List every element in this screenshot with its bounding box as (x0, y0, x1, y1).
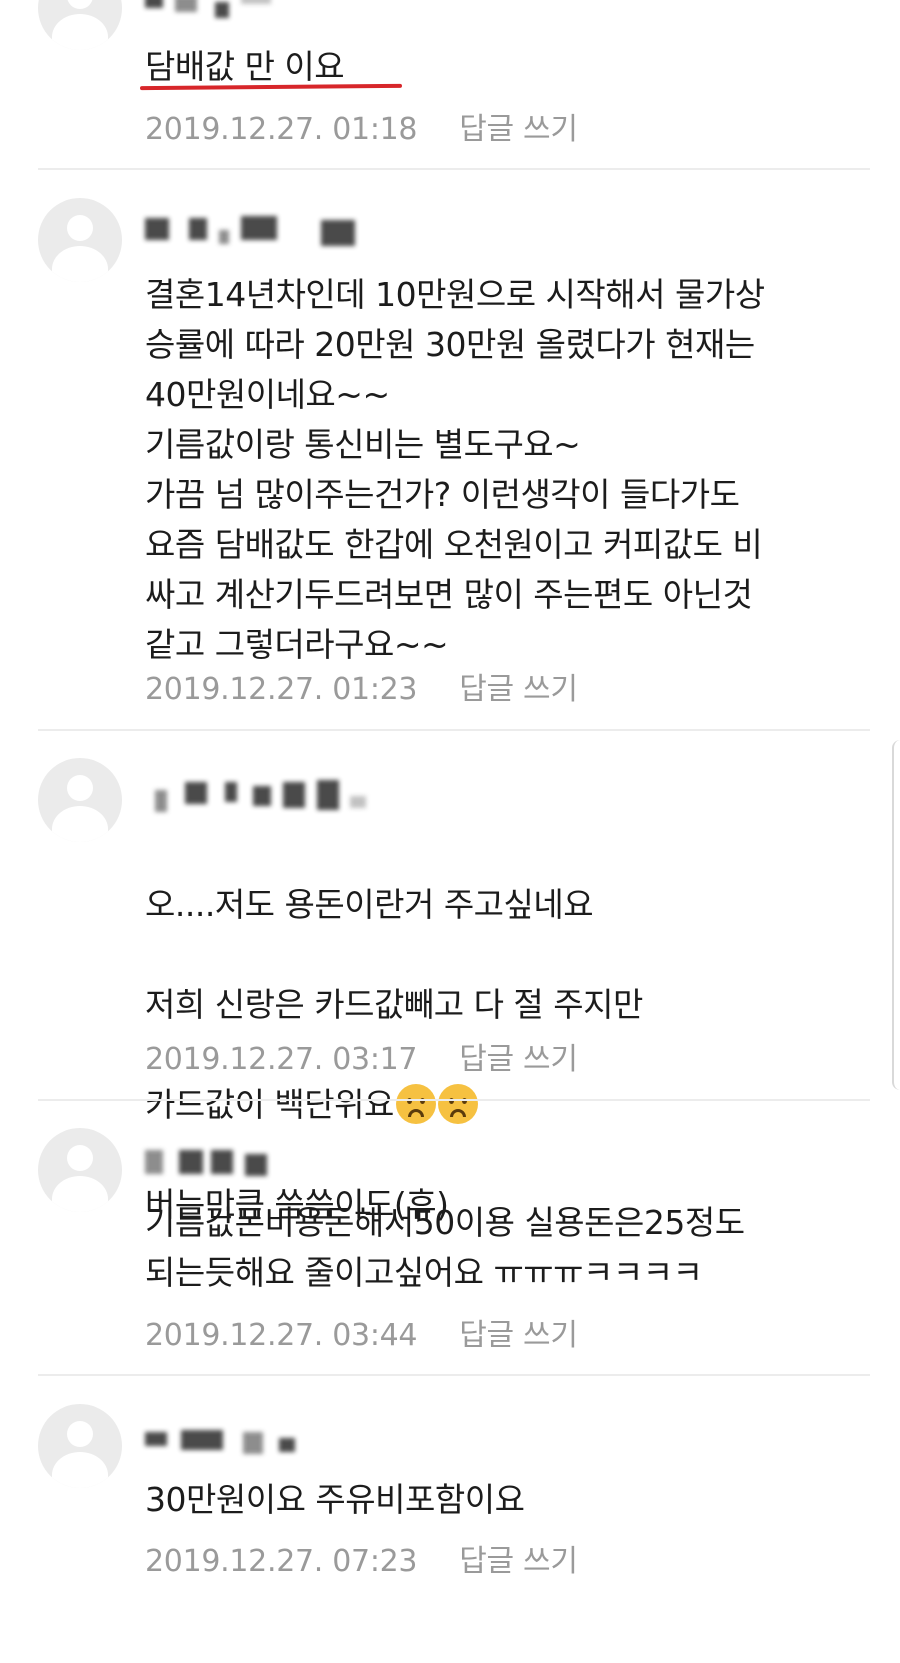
divider (38, 168, 870, 170)
comment-line: 오....저도 용돈이란거 주고싶네요 (145, 885, 594, 924)
nickname-blurred[interactable] (145, 1426, 385, 1466)
comment-date: 2019.12.27. 01:18 (145, 112, 418, 147)
comment-line: 저희 신랑은 카드값빼고 다 절 주지만 (145, 985, 643, 1024)
comment-meta: 2019.12.27. 03:44 답글 쓰기 (145, 1310, 578, 1354)
comment-meta: 2019.12.27. 01:18 답글 쓰기 (145, 104, 578, 148)
comment-text: 결혼14년차인데 10만원으로 시작해서 물가상 승률에 따라 20만원 30만… (145, 275, 765, 664)
avatar[interactable] (38, 0, 122, 50)
reply-button[interactable]: 답글 쓰기 (459, 112, 578, 147)
comment-date: 2019.12.27. 01:23 (145, 672, 418, 707)
avatar[interactable] (38, 758, 122, 842)
divider (38, 1374, 870, 1376)
comment-text: 기름값폰비용돈해서50이용 실용돈은25정도 되는듯해요 줄이고싶어요 ㅠㅠㅠㅋ… (145, 1203, 745, 1292)
nickname-blurred[interactable] (145, 212, 385, 252)
divider (38, 729, 870, 731)
comment-date: 2019.12.27. 03:17 (145, 1042, 418, 1077)
nickname-blurred[interactable] (145, 1146, 385, 1186)
comment-date: 2019.12.27. 07:23 (145, 1544, 418, 1579)
nickname-blurred[interactable] (145, 0, 385, 34)
comment-line: 카드값이 백단위요 (145, 1080, 865, 1130)
avatar[interactable] (38, 1128, 122, 1212)
avatar[interactable] (38, 1404, 122, 1488)
comment-meta: 2019.12.27. 01:23 답글 쓰기 (145, 664, 578, 708)
scrollbar[interactable] (892, 740, 900, 1090)
reply-button[interactable]: 답글 쓰기 (459, 1042, 578, 1077)
nickname-blurred[interactable] (145, 780, 385, 820)
reply-button[interactable]: 답글 쓰기 (459, 1544, 578, 1579)
comment-line-text: 카드값이 백단위요 (145, 1085, 394, 1124)
comment-date: 2019.12.27. 03:44 (145, 1318, 418, 1353)
divider (38, 1099, 870, 1101)
comment-text: 30만원이요 주유비포함이요 (145, 1480, 525, 1519)
avatar[interactable] (38, 198, 122, 282)
comment-meta: 2019.12.27. 07:23 답글 쓰기 (145, 1536, 578, 1580)
frowning-face-icon (437, 1084, 478, 1124)
comment-meta: 2019.12.27. 03:17 답글 쓰기 (145, 1034, 578, 1078)
reply-button[interactable]: 답글 쓰기 (459, 672, 578, 707)
frowning-face-icon (395, 1084, 436, 1124)
reply-button[interactable]: 답글 쓰기 (459, 1318, 578, 1353)
